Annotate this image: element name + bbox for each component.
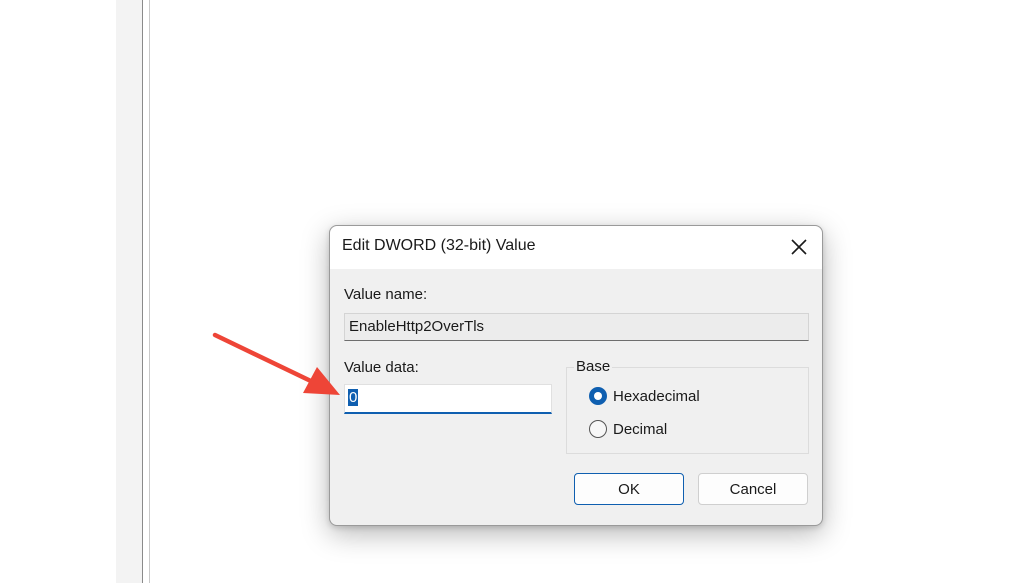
decimal-label: Decimal [613, 420, 668, 438]
registry-tree-pane [116, 0, 142, 583]
radio-unselected-icon [589, 420, 607, 438]
cancel-button[interactable]: Cancel [698, 473, 808, 505]
hexadecimal-label: Hexadecimal [613, 387, 700, 405]
close-icon [791, 239, 807, 255]
value-name-label: Value name: [344, 286, 428, 303]
ok-button[interactable]: OK [574, 473, 684, 505]
decimal-radio[interactable]: Decimal [589, 420, 667, 438]
hexadecimal-radio[interactable]: Hexadecimal [589, 387, 700, 405]
dialog-title: Edit DWORD (32-bit) Value [342, 237, 536, 254]
edit-dword-dialog: Edit DWORD (32-bit) Value Value name: En… [329, 225, 823, 526]
radio-selected-icon [589, 387, 607, 405]
value-data-input[interactable]: 0 [344, 384, 552, 414]
screen: Edit DWORD (32-bit) Value Value name: En… [0, 0, 1036, 583]
value-name-field[interactable]: EnableHttp2OverTls [344, 313, 809, 341]
pane-splitter[interactable] [142, 0, 150, 583]
red-arrow-icon [212, 332, 340, 395]
dialog-titlebar: Edit DWORD (32-bit) Value [330, 226, 822, 269]
base-groupbox [566, 367, 809, 454]
close-button[interactable] [782, 231, 816, 263]
base-label: Base [574, 358, 613, 375]
value-data-label: Value data: [344, 359, 419, 376]
